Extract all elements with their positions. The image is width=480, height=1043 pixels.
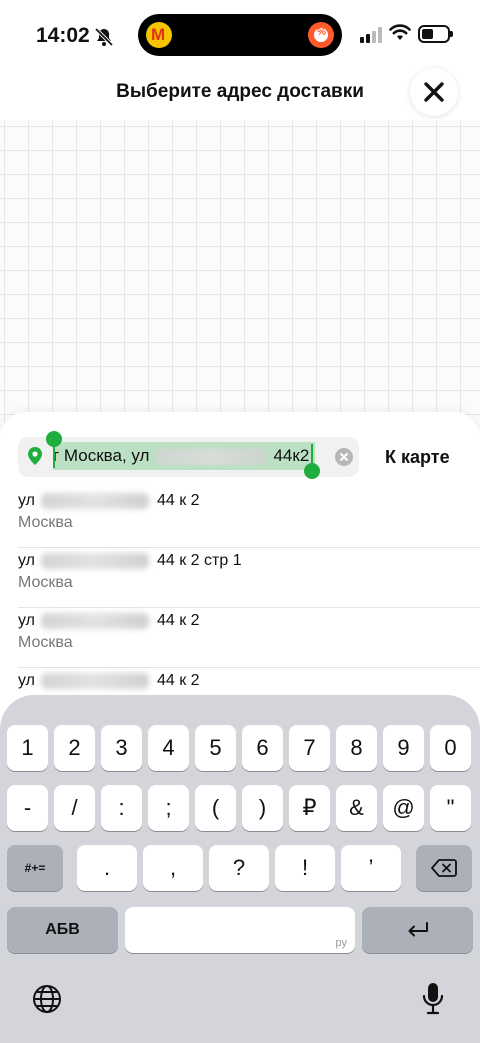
return-key[interactable] xyxy=(362,907,473,953)
key-3[interactable]: 3 xyxy=(101,725,142,771)
redacted-street xyxy=(40,552,149,569)
search-value-suffix: 44к2 xyxy=(273,446,310,465)
key-9[interactable]: 9 xyxy=(383,725,424,771)
result-address: ул 44 к 2 xyxy=(18,492,200,509)
key-ampersand[interactable]: & xyxy=(336,785,377,831)
space-language-hint: ру xyxy=(335,937,348,949)
cellular-signal-icon xyxy=(360,27,382,43)
result-city: Москва xyxy=(18,514,73,531)
key-slash[interactable]: / xyxy=(54,785,95,831)
result-address: ул 44 к 2 xyxy=(18,612,200,629)
search-value-prefix: г Москва, ул xyxy=(53,446,150,465)
page-title: Выберите адрес доставки xyxy=(116,81,364,102)
list-item[interactable]: ул 44 к 2 стр 1 Москва xyxy=(18,548,480,608)
result-address: ул 44 к 2 стр 1 xyxy=(18,552,242,569)
list-item[interactable]: ул 44 к 2 Москва xyxy=(18,608,480,668)
bell-muted-icon xyxy=(94,27,114,47)
key-symbols-toggle[interactable]: #+= xyxy=(7,845,63,891)
key-1[interactable]: 1 xyxy=(7,725,48,771)
clear-search-icon[interactable] xyxy=(335,448,353,466)
result-address: ул 44 к 2 xyxy=(18,672,200,689)
close-icon xyxy=(424,82,444,102)
location-pin-icon xyxy=(28,447,42,465)
selection-start-handle[interactable] xyxy=(46,431,62,447)
market-app-icon: M xyxy=(146,22,172,48)
key-0[interactable]: 0 xyxy=(430,725,471,771)
key-ruble[interactable]: ₽ xyxy=(289,785,330,831)
key-comma[interactable]: , xyxy=(143,845,203,891)
key-5[interactable]: 5 xyxy=(195,725,236,771)
key-6[interactable]: 6 xyxy=(242,725,283,771)
space-key[interactable]: ру xyxy=(125,907,355,953)
key-close-paren[interactable]: ) xyxy=(242,785,283,831)
globe-icon[interactable] xyxy=(31,983,63,1015)
selection-start-bar xyxy=(53,446,55,468)
wifi-icon xyxy=(389,24,411,40)
dynamic-island: M xyxy=(138,14,342,56)
key-at[interactable]: @ xyxy=(383,785,424,831)
result-city: Москва xyxy=(18,574,73,591)
key-2[interactable]: 2 xyxy=(54,725,95,771)
redacted-street xyxy=(40,492,149,509)
key-quote[interactable]: " xyxy=(430,785,471,831)
key-question[interactable]: ? xyxy=(209,845,269,891)
map-view[interactable] xyxy=(0,120,480,430)
key-colon[interactable]: : xyxy=(101,785,142,831)
result-city: Москва xyxy=(18,634,73,651)
search-input[interactable]: г Москва, ул 44к2 xyxy=(53,446,309,466)
key-hyphen[interactable]: - xyxy=(7,785,48,831)
return-icon xyxy=(408,922,428,937)
close-button[interactable] xyxy=(410,68,458,116)
key-exclamation[interactable]: ! xyxy=(275,845,335,891)
key-letters-toggle[interactable]: АБВ xyxy=(7,907,118,953)
key-open-paren[interactable]: ( xyxy=(195,785,236,831)
key-4[interactable]: 4 xyxy=(148,725,189,771)
redacted-street xyxy=(155,448,268,465)
selection-end-handle[interactable] xyxy=(304,463,320,479)
key-8[interactable]: 8 xyxy=(336,725,377,771)
status-time: 14:02 xyxy=(36,24,90,47)
list-item[interactable]: ул 44 к 2 Москва xyxy=(18,488,480,548)
backspace-icon xyxy=(431,859,457,877)
to-map-button[interactable]: К карте xyxy=(385,447,450,468)
delete-key[interactable] xyxy=(416,845,472,891)
microphone-icon[interactable] xyxy=(420,981,446,1017)
key-7[interactable]: 7 xyxy=(289,725,330,771)
battery-icon xyxy=(418,25,453,43)
key-semicolon[interactable]: ; xyxy=(148,785,189,831)
key-apostrophe[interactable]: ’ xyxy=(341,845,401,891)
discount-icon xyxy=(308,22,334,48)
redacted-street xyxy=(40,612,149,629)
status-bar: 14:02 M xyxy=(0,0,480,70)
redacted-street xyxy=(40,672,149,689)
key-period[interactable]: . xyxy=(77,845,137,891)
